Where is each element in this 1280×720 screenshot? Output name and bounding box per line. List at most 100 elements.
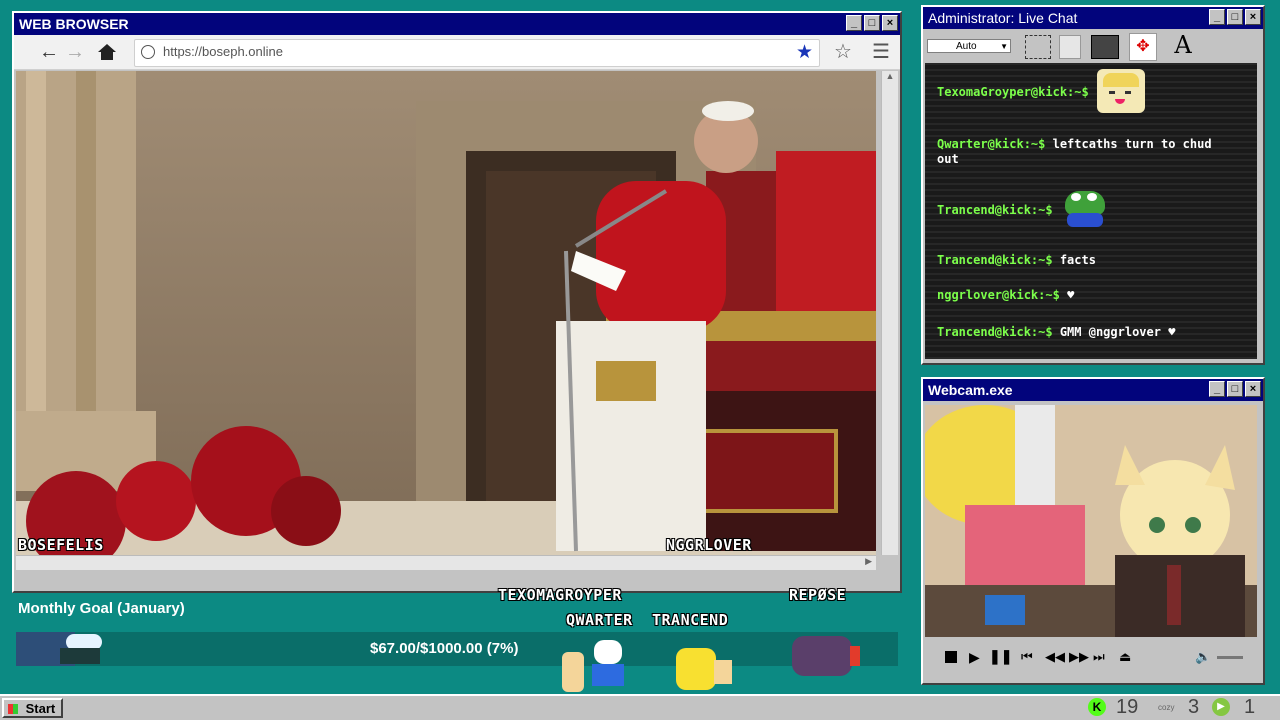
dragon-sprite-icon (784, 630, 864, 690)
skeleton-sprite-icon (588, 640, 628, 690)
horizontal-scrollbar[interactable]: ▶ (16, 555, 876, 570)
address-url: https://boseph.online (163, 44, 283, 59)
chat-messages[interactable]: TexomaGroyper@kick:~$ Qwarter@kick:~$ le… (925, 63, 1257, 359)
taskbar: Start K 19 cozy 3 ▶ 1 (0, 694, 1280, 720)
chat-text: out (937, 152, 959, 166)
pause-icon[interactable]: ❚❚ (989, 648, 1012, 665)
viewer-count-a: 19 (1116, 696, 1139, 718)
scroll-right-icon[interactable]: ▶ (865, 556, 872, 567)
supporter-label-a: TEXOMAGROYPER (498, 586, 622, 604)
browser-window: WEB BROWSER _ □ × ← → https://boseph.onl… (12, 11, 902, 593)
webcam-minimize-button[interactable]: _ (1209, 381, 1225, 397)
volume-slider[interactable] (1217, 656, 1243, 659)
move-icon[interactable]: ✥ (1129, 33, 1157, 61)
viewer-count-b: 3 (1188, 696, 1200, 718)
goal-amount: $67.00/$1000.00 (7%) (370, 640, 519, 657)
forward-arrow-icon[interactable]: → (62, 39, 88, 65)
chat-username: nggrlover@kick:~$ (937, 288, 1060, 302)
goal-title: Monthly Goal (January) (18, 600, 185, 617)
chat-title: Administrator: Live Chat (928, 10, 1078, 26)
chat-minimize-button[interactable]: _ (1209, 9, 1225, 25)
browser-titlebar[interactable]: WEB BROWSER _ □ × (14, 13, 900, 35)
skip-back-icon[interactable]: ⏮ (1021, 649, 1033, 665)
rumble-icon: ▶ (1212, 698, 1230, 716)
menu-icon[interactable]: ☰ (868, 39, 894, 65)
webcam-feed (925, 405, 1257, 637)
media-controls: ▶ ❚❚ ⏮ ◀◀ ▶▶ ⏭ ⏏ 🔈 (925, 639, 1257, 679)
chat-message: TexomaGroyper@kick:~$ (937, 85, 1089, 99)
start-button[interactable]: Start (2, 698, 64, 718)
browser-toolbar: ← → https://boseph.online ★ ☆ ☰ (14, 35, 900, 70)
stream-label-right: NGGRLOVER (666, 536, 752, 554)
webcam-title: Webcam.exe (928, 382, 1013, 398)
text-tool-icon[interactable]: A (1169, 31, 1197, 59)
minimize-button[interactable]: _ (846, 15, 862, 31)
kick-icon: K (1088, 698, 1106, 716)
eject-icon[interactable]: ⏏ (1119, 649, 1131, 665)
address-bar[interactable]: https://boseph.online ★ (134, 39, 820, 67)
chat-message: Trancend@kick:~$ (937, 203, 1053, 217)
globe-icon (141, 45, 155, 59)
chat-message: Trancend@kick:~$ GMM @nggrlover ♥ (937, 325, 1175, 339)
star-outline-icon[interactable]: ☆ (830, 39, 856, 65)
back-arrow-icon[interactable]: ← (36, 39, 62, 65)
chat-window: Administrator: Live Chat _ □ × Auto ▼ ✥ … (921, 5, 1265, 365)
chat-message: nggrlover@kick:~$ ♥ (937, 288, 1074, 302)
webcam-close-button[interactable]: × (1245, 381, 1261, 397)
viewer-count-c: 1 (1244, 696, 1256, 718)
pepe-emote-icon (1063, 185, 1107, 229)
volume-icon[interactable]: 🔈 (1195, 649, 1211, 665)
supporter-label-c: TRANCEND (652, 611, 729, 629)
chevron-down-icon: ▼ (1000, 42, 1008, 51)
chat-username: Trancend@kick:~$ (937, 203, 1053, 217)
rewind-icon[interactable]: ◀◀ (1045, 649, 1065, 665)
chat-message: Qwarter@kick:~$ leftcaths turn to chud (937, 137, 1212, 151)
chat-username: TexomaGroyper@kick:~$ (937, 85, 1089, 99)
webcam-maximize-button[interactable]: □ (1227, 381, 1243, 397)
chat-maximize-button[interactable]: □ (1227, 9, 1243, 25)
green-heart-icon: ♥ (1067, 288, 1075, 302)
browser-title: WEB BROWSER (19, 16, 129, 32)
anime-emote-icon (1097, 69, 1145, 113)
copy-icon[interactable] (1059, 35, 1081, 59)
webcam-avatar-scene (925, 405, 1257, 637)
chat-toolbar: Auto ▼ ✥ A (925, 31, 1261, 61)
chat-text: leftcaths turn to chud (1052, 137, 1212, 151)
cat-sprite-icon (562, 652, 584, 692)
supporter-label-d: REPØSE (789, 586, 847, 604)
webcam-window: Webcam.exe _ □ × ▶ ❚❚ ⏮ ◀◀ ▶▶ ⏭ ⏏ 🔈 (921, 377, 1265, 685)
windows-logo-icon (8, 704, 18, 714)
start-label: Start (25, 701, 56, 716)
video-frame[interactable]: BOSEFELIS NGGRLOVER (16, 71, 876, 555)
chat-titlebar[interactable]: Administrator: Live Chat _ □ × (923, 7, 1263, 29)
maximize-button[interactable]: □ (864, 15, 880, 31)
play-icon[interactable]: ▶ (969, 649, 980, 666)
video-scene (16, 71, 876, 555)
chat-text: GMM @nggrlover ♥ (1059, 325, 1176, 339)
fast-forward-icon[interactable]: ▶▶ (1069, 649, 1089, 665)
chat-username: Trancend@kick:~$ (937, 253, 1053, 267)
scroll-up-icon[interactable]: ▲ (882, 71, 898, 83)
zoom-select-value: Auto (956, 41, 977, 52)
bookmark-star-icon[interactable]: ★ (796, 41, 813, 64)
zoom-select[interactable]: Auto ▼ (927, 39, 1011, 53)
chat-text: facts (1059, 253, 1096, 267)
home-icon[interactable] (94, 39, 120, 65)
chat-username: Qwarter@kick:~$ (937, 137, 1046, 151)
chat-message-cont: out (937, 152, 959, 166)
close-button[interactable]: × (882, 15, 898, 31)
paste-icon[interactable] (1091, 35, 1119, 59)
chat-message: Trancend@kick:~$ facts (937, 253, 1096, 267)
chat-username: Trancend@kick:~$ (937, 325, 1053, 339)
pikachu-sprite-icon (672, 640, 734, 692)
cozy-label: cozy (1158, 703, 1175, 712)
vertical-scrollbar[interactable]: ▲ (881, 71, 898, 555)
stop-icon[interactable] (945, 651, 957, 663)
skip-forward-icon[interactable]: ⏭ (1093, 649, 1105, 665)
select-tool-icon[interactable] (1025, 35, 1051, 59)
webcam-titlebar[interactable]: Webcam.exe _ □ × (923, 379, 1263, 401)
supporter-label-b: QWARTER (566, 611, 633, 629)
stream-label-left: BOSEFELIS (18, 536, 104, 554)
chat-close-button[interactable]: × (1245, 9, 1261, 25)
goal-progress-bar: $67.00/$1000.00 (7%) (16, 632, 898, 666)
